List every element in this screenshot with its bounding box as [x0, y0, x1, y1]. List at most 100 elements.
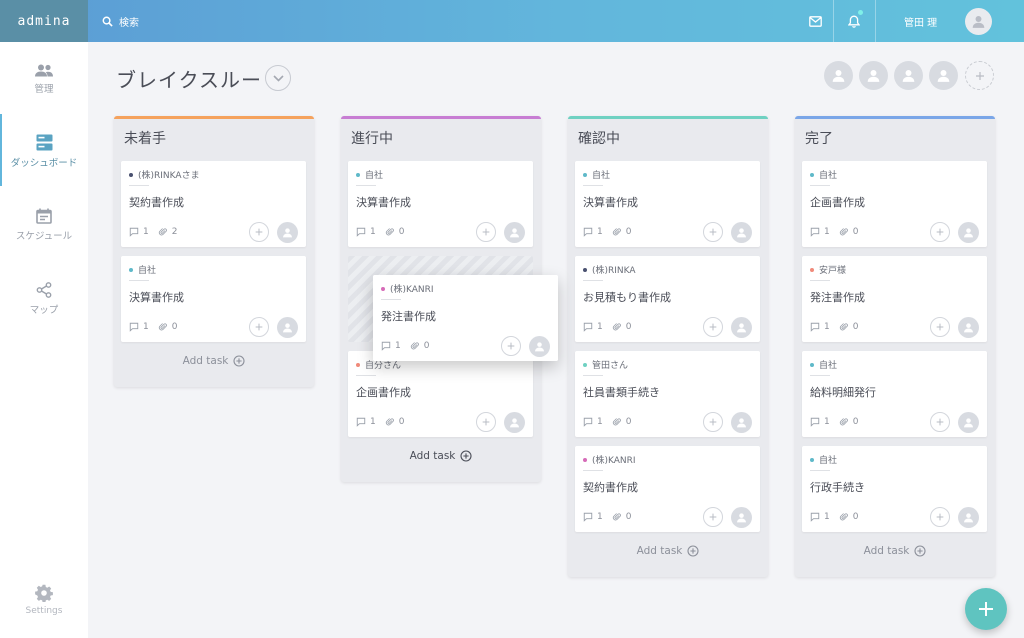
column-title: 完了 [805, 131, 833, 147]
sidebar-item-schedule[interactable]: スケジュール [0, 208, 88, 242]
settings-label: Settings [25, 606, 63, 616]
task-card[interactable]: 管田さん 社員書類手続き 10 [575, 351, 760, 437]
card-add-button[interactable] [930, 412, 950, 432]
card-assignee-avatar[interactable] [277, 222, 298, 243]
add-task-button[interactable]: Add task [114, 355, 314, 367]
task-card[interactable]: (株)RINKAさま 契約書作成 12 [121, 161, 306, 247]
comment-count: 1 [370, 227, 376, 237]
sidebar-item-map[interactable]: マップ [0, 282, 88, 316]
card-assignee-avatar[interactable] [731, 317, 752, 338]
notification-dot [858, 10, 863, 15]
plus-icon [481, 417, 491, 427]
comment-count: 1 [395, 341, 401, 351]
card-add-button[interactable] [703, 317, 723, 337]
card-meta: 10 [583, 417, 640, 427]
card-assignee-avatar[interactable] [731, 507, 752, 528]
card-add-button[interactable] [930, 317, 950, 337]
paperclip-icon [410, 341, 420, 351]
card-assignee-avatar[interactable] [277, 317, 298, 338]
task-card[interactable]: (株)RINKA お見積もり書作成 10 [575, 256, 760, 342]
plus-icon [979, 602, 993, 616]
attachment-count: 0 [171, 322, 178, 332]
comment-icon [583, 322, 593, 332]
task-card[interactable]: (株)KANRI 契約書作成 10 [575, 446, 760, 532]
card-task-title: 発注書作成 [381, 310, 436, 323]
topbar-divider [875, 0, 876, 42]
mail-button[interactable] [797, 0, 833, 42]
user-name[interactable]: 管田 理 [904, 14, 937, 29]
attachment-count: 0 [625, 417, 632, 427]
paperclip-icon [839, 322, 849, 332]
plus-icon [708, 417, 718, 427]
comment-icon [583, 227, 593, 237]
card-assignee-avatar[interactable] [958, 507, 979, 528]
client-name: 管田さん [592, 361, 629, 371]
task-card[interactable]: 自分さん 企画書作成 10 [348, 351, 533, 437]
member-avatar[interactable] [894, 61, 923, 90]
column-not-started: 未着手 (株)RINKAさま 契約書作成 12 自社 決算書作成 10 Add … [114, 116, 314, 387]
board-menu-button[interactable] [265, 65, 291, 91]
card-add-button[interactable] [703, 222, 723, 242]
attachment-count: 0 [852, 417, 859, 427]
dragging-task-card[interactable]: (株)KANRI 発注書作成 10 [373, 275, 558, 361]
card-add-button[interactable] [703, 507, 723, 527]
plus-icon [935, 322, 945, 332]
member-avatar[interactable] [824, 61, 853, 90]
card-add-button[interactable] [930, 507, 950, 527]
card-add-button[interactable] [703, 412, 723, 432]
task-card[interactable]: 自社 決算書作成 10 [575, 161, 760, 247]
card-assignee-avatar[interactable] [958, 317, 979, 338]
task-card[interactable]: 自社 行政手続き 10 [802, 446, 987, 532]
task-card[interactable]: 安戸様 発注書作成 10 [802, 256, 987, 342]
brand-logo[interactable]: admina [0, 0, 88, 42]
add-task-button[interactable]: Add task [568, 545, 768, 557]
card-assignee-avatar[interactable] [504, 222, 525, 243]
client-dot [810, 172, 814, 177]
card-assignee-avatar[interactable] [958, 412, 979, 433]
task-card[interactable]: 自社 決算書作成 10 [348, 161, 533, 247]
task-card[interactable]: 自社 給料明細発行 10 [802, 351, 987, 437]
chevron-down-icon [272, 74, 284, 82]
sidebar-item-manage[interactable]: 管理 [0, 64, 88, 95]
column-done: 完了 自社 企画書作成 10 安戸様 発注書作成 10 自社 給料明細発行 10… [795, 116, 995, 577]
add-task-button[interactable]: Add task [341, 450, 541, 462]
notification-button[interactable] [834, 0, 874, 42]
plus-circle-icon [233, 355, 245, 367]
card-add-button[interactable] [930, 222, 950, 242]
paperclip-icon [612, 227, 622, 237]
card-add-button[interactable] [249, 222, 269, 242]
task-card[interactable]: 自社 企画書作成 10 [802, 161, 987, 247]
client-name: 安戸様 [819, 266, 847, 276]
card-assignee-avatar[interactable] [731, 222, 752, 243]
floating-add-button[interactable] [965, 588, 1007, 630]
card-assignee-avatar[interactable] [958, 222, 979, 243]
member-avatar[interactable] [859, 61, 888, 90]
sidebar: 管理 ダッシュボード スケジュール マップ Settings [0, 42, 88, 638]
plus-icon [708, 512, 718, 522]
task-card[interactable]: (株)KANRI 発注書作成 10 [373, 275, 558, 361]
person-icon [508, 416, 521, 429]
add-task-label: Add task [182, 355, 229, 367]
add-task-button[interactable]: Add task [795, 545, 995, 557]
add-member-button[interactable] [965, 61, 994, 90]
client-dot [583, 362, 587, 367]
member-avatar[interactable] [929, 61, 958, 90]
user-avatar[interactable] [965, 8, 992, 35]
task-card[interactable]: 自社 決算書作成 10 [121, 256, 306, 342]
card-assignee-avatar[interactable] [529, 336, 550, 357]
attachment-count: 0 [398, 417, 405, 427]
person-icon [962, 321, 975, 334]
search-box[interactable]: 検索 [102, 13, 139, 29]
card-assignee-avatar[interactable] [504, 412, 525, 433]
card-assignee-avatar[interactable] [731, 412, 752, 433]
card-add-button[interactable] [501, 336, 521, 356]
card-add-button[interactable] [249, 317, 269, 337]
sidebar-item-dashboard[interactable]: ダッシュボード [0, 134, 88, 169]
card-divider [356, 375, 376, 376]
paperclip-icon [385, 417, 395, 427]
settings-button[interactable]: Settings [0, 584, 88, 616]
card-add-button[interactable] [476, 222, 496, 242]
client-name: (株)KANRI [592, 456, 636, 466]
card-add-button[interactable] [476, 412, 496, 432]
client-name: 自社 [819, 361, 838, 371]
